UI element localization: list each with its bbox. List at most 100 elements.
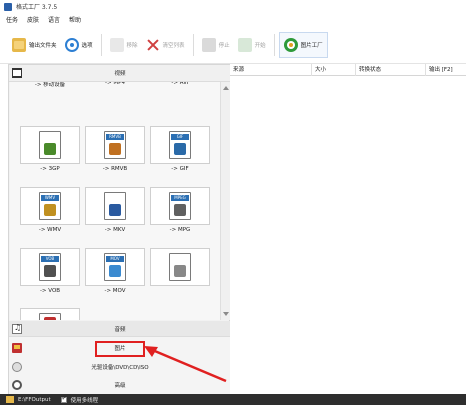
category-video[interactable]: 视频 bbox=[9, 65, 231, 82]
stop-label: 停止 bbox=[218, 42, 230, 49]
format-tag: MPEG bbox=[171, 195, 189, 201]
multithread-label: 使用多线程 bbox=[70, 397, 99, 404]
format-tile-frame bbox=[20, 308, 80, 320]
format-tile-frame: VOB bbox=[20, 248, 80, 286]
menu-help[interactable]: 帮助 bbox=[69, 15, 81, 24]
format-tile[interactable]: AVI-> AVI bbox=[150, 82, 210, 128]
start-icon bbox=[237, 37, 252, 52]
output-path[interactable]: E:\FFOutput bbox=[18, 397, 51, 403]
options-label: 选项 bbox=[81, 42, 93, 49]
format-art bbox=[109, 265, 121, 277]
format-label: -> 3GP bbox=[40, 166, 60, 172]
format-art bbox=[174, 204, 186, 216]
format-factory-window: 格式工厂 3.7.5 任务 皮肤 语言 帮助 输出文件夹 选项 移除 清空列表 … bbox=[0, 0, 466, 405]
annotation-highlight-box bbox=[95, 341, 145, 357]
format-icon bbox=[104, 192, 126, 220]
format-label: -> MKV bbox=[104, 227, 126, 233]
menu-skin[interactable]: 皮肤 bbox=[27, 15, 39, 24]
format-tile[interactable]: MPEG -> MPG bbox=[150, 187, 210, 243]
task-table-header: 来源 大小 转换状态 输出 [F2] bbox=[230, 64, 466, 76]
format-tag: GIF bbox=[171, 134, 189, 140]
format-label: -> RMVB bbox=[102, 166, 128, 172]
format-icon: VOB bbox=[39, 253, 61, 281]
category-audio-label: 音频 bbox=[114, 326, 126, 333]
format-tile[interactable]: RMVB -> RMVB bbox=[85, 126, 145, 182]
stop-icon bbox=[201, 37, 216, 52]
format-tile-frame bbox=[20, 126, 80, 164]
format-art bbox=[44, 143, 56, 155]
column-output[interactable]: 输出 [F2] bbox=[426, 64, 466, 76]
options-button[interactable]: 选项 bbox=[61, 32, 97, 58]
format-icon bbox=[169, 253, 191, 281]
column-source[interactable]: 来源 bbox=[230, 64, 312, 76]
format-tile-frame: WMV bbox=[20, 187, 80, 225]
picture-factory-icon bbox=[283, 37, 298, 52]
picture-factory-label: 图片工厂 bbox=[300, 42, 323, 49]
menu-language[interactable]: 语言 bbox=[48, 15, 60, 24]
format-icon: MOV bbox=[104, 253, 126, 281]
format-tile[interactable]: VOB -> VOB bbox=[20, 248, 80, 304]
format-art bbox=[44, 317, 56, 320]
format-tile-frame bbox=[150, 248, 210, 286]
stop-button[interactable]: 停止 bbox=[198, 32, 234, 58]
format-icon: GIF bbox=[169, 131, 191, 159]
format-label: -> 移动设备 bbox=[34, 82, 66, 88]
task-list-panel: 来源 大小 转换状态 输出 [F2] bbox=[230, 64, 466, 394]
scrollbar[interactable] bbox=[220, 82, 230, 320]
picture-factory-button[interactable]: 图片工厂 bbox=[278, 31, 328, 58]
category-video-label: 视频 bbox=[114, 71, 126, 77]
output-folder-button[interactable]: 输出文件夹 bbox=[8, 32, 61, 58]
annotation-arrow bbox=[144, 346, 227, 383]
format-icon: MPEG bbox=[169, 192, 191, 220]
toolbar: 输出文件夹 选项 移除 清空列表 停止 开始 图片工厂 bbox=[0, 26, 466, 64]
format-tile[interactable]: -> MP4 bbox=[85, 82, 145, 128]
format-art bbox=[44, 265, 56, 277]
format-tile[interactable] bbox=[150, 248, 210, 304]
remove-icon bbox=[109, 37, 124, 52]
format-tile[interactable]: WMV -> WMV bbox=[20, 187, 80, 243]
format-tile-frame: GIF bbox=[150, 126, 210, 164]
remove-label: 移除 bbox=[126, 42, 138, 49]
scroll-up-icon[interactable] bbox=[223, 86, 229, 90]
format-tile-frame: MPEG bbox=[150, 187, 210, 225]
remove-button[interactable]: 移除 bbox=[106, 32, 142, 58]
format-label: -> AVI bbox=[171, 82, 189, 86]
clear-list-button[interactable]: 清空列表 bbox=[142, 32, 189, 58]
toolbar-divider bbox=[192, 33, 194, 56]
clear-list-label: 清空列表 bbox=[162, 42, 185, 49]
format-tile[interactable]: GIF -> GIF bbox=[150, 126, 210, 182]
format-art bbox=[109, 143, 121, 155]
format-tile-frame bbox=[85, 187, 145, 225]
format-icon bbox=[39, 313, 61, 320]
format-label: -> MP4 bbox=[105, 82, 125, 86]
format-grid: -> 移动设备 -> MP4 AVI-> AVI -> 3GP RMVB -> RMVB G… bbox=[10, 82, 220, 320]
column-status[interactable]: 转换状态 bbox=[356, 64, 426, 76]
format-art bbox=[44, 204, 56, 216]
options-icon bbox=[64, 37, 79, 52]
start-label: 开始 bbox=[254, 42, 266, 49]
app-icon bbox=[4, 2, 12, 11]
format-icon: WMV bbox=[39, 192, 61, 220]
scroll-down-icon[interactable] bbox=[223, 312, 229, 316]
format-label: -> GIF bbox=[171, 166, 189, 172]
folder-icon bbox=[12, 37, 26, 52]
multithread-checkbox[interactable] bbox=[60, 395, 67, 403]
format-label: -> MPG bbox=[169, 227, 191, 233]
toolbar-divider bbox=[100, 33, 102, 56]
category-audio[interactable]: 音频 bbox=[9, 321, 231, 337]
format-tile[interactable]: -> MKV bbox=[85, 187, 145, 243]
column-size[interactable]: 大小 bbox=[312, 64, 356, 76]
folder-icon[interactable] bbox=[6, 396, 14, 403]
format-tag: RMVB bbox=[106, 134, 124, 140]
format-art bbox=[109, 204, 121, 216]
format-icon: RMVB bbox=[104, 131, 126, 159]
window-title: 格式工厂 3.7.5 bbox=[16, 4, 58, 11]
format-tile[interactable]: MOV -> MOV bbox=[85, 248, 145, 304]
format-tile-frame: MOV bbox=[85, 248, 145, 286]
format-tile[interactable]: -> 移动设备 bbox=[20, 82, 80, 128]
format-tile[interactable]: -> 3GP bbox=[20, 126, 80, 182]
format-tile[interactable] bbox=[20, 308, 80, 320]
menu-task[interactable]: 任务 bbox=[6, 15, 18, 24]
start-button[interactable]: 开始 bbox=[234, 32, 270, 58]
format-tag: VOB bbox=[41, 256, 59, 262]
